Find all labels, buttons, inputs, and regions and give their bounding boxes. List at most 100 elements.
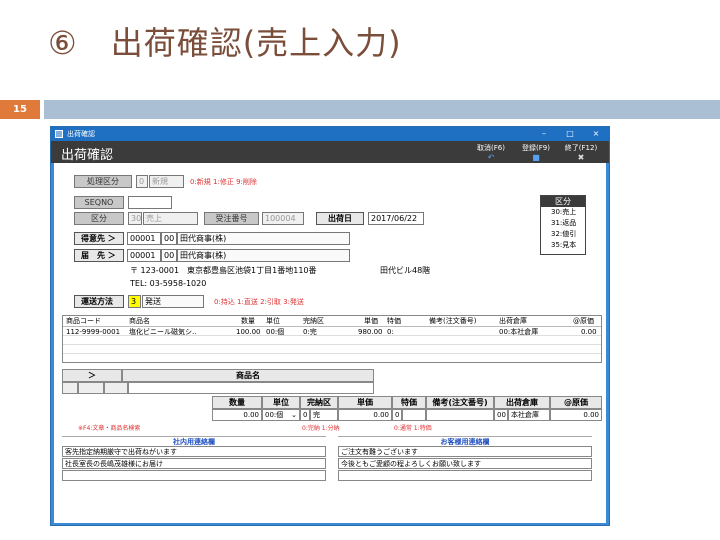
table-row[interactable] bbox=[63, 345, 601, 354]
page-bar: 15 bbox=[0, 100, 720, 119]
form-title: 出荷確認 bbox=[61, 148, 114, 163]
soko-code[interactable]: 00 bbox=[494, 409, 508, 421]
tel-text: TEL: 03-5958-1020 bbox=[130, 279, 207, 288]
col-header: 備考(注文番号) bbox=[429, 317, 477, 325]
customer-note-line[interactable]: 今後ともご愛顧の程よろしくお願い致します bbox=[338, 458, 592, 469]
col-header: 特価 bbox=[387, 317, 401, 325]
entry-header: @原価 bbox=[550, 396, 602, 409]
entry-cell[interactable] bbox=[62, 382, 78, 394]
entry-header: 特価 bbox=[392, 396, 426, 409]
qty-input[interactable]: 0.00 bbox=[212, 409, 262, 421]
kanno-code[interactable]: 0 bbox=[300, 409, 310, 421]
search-note: ※F4:文章・商品名検索 bbox=[78, 425, 141, 432]
shori-kubun-label: 処理区分 bbox=[74, 175, 132, 188]
col-header: 完納区 bbox=[303, 317, 324, 325]
entry-header: 完納区 bbox=[300, 396, 338, 409]
building-text: 田代ビル48階 bbox=[380, 266, 431, 275]
kubun-legend: 区分 30:売上 31:返品 32:値引 35:見本 bbox=[540, 195, 586, 255]
maximize-button[interactable]: □ bbox=[557, 127, 583, 141]
unso-label: 運送方法 bbox=[74, 295, 124, 308]
shori-kubun-value: 新規 bbox=[149, 175, 184, 188]
internal-note-line[interactable] bbox=[62, 470, 326, 481]
col-header: 単位 bbox=[266, 317, 280, 325]
unit-value: 00:個 bbox=[265, 411, 284, 419]
unso-value: 発送 bbox=[142, 295, 204, 308]
page-number: 15 bbox=[0, 100, 40, 119]
todokesaki-sub[interactable]: 00 bbox=[161, 249, 177, 262]
table-row[interactable]: 112-9999-0001 塩化ビニール磁気シ.. 100.00 00:個 0:… bbox=[63, 327, 601, 336]
unit-select[interactable]: 00:個 ⌄ bbox=[262, 409, 300, 421]
entry-cell[interactable] bbox=[104, 382, 128, 394]
unso-code[interactable]: 3 bbox=[128, 295, 141, 308]
kanno-note: 0:完納 1:分納 bbox=[302, 425, 340, 432]
seqno-input[interactable] bbox=[128, 196, 172, 209]
col-header: 単価 bbox=[364, 317, 378, 325]
tokka-code[interactable]: 0 bbox=[392, 409, 402, 421]
col-header: 数量 bbox=[241, 317, 255, 325]
slide-title: ⑥ 出荷確認(売上入力) bbox=[48, 24, 402, 62]
juchu-label: 受注番号 bbox=[204, 212, 259, 225]
kubun-label: 区分 bbox=[74, 212, 124, 225]
internal-note-line[interactable]: 客先指定納期厳守で出荷ねがいます bbox=[62, 446, 326, 457]
price-input[interactable]: 0.00 bbox=[338, 409, 392, 421]
kubun-value: 売上 bbox=[143, 212, 198, 225]
form-header: 出荷確認 取消(F6) ↶ 登録(F9) ■ 終了(F12) ✖ bbox=[51, 141, 609, 163]
save-icon: ■ bbox=[532, 153, 540, 162]
kanno-value: 完 bbox=[310, 409, 338, 421]
col-header: 出荷倉庫 bbox=[499, 317, 527, 325]
entry-header: 単価 bbox=[338, 396, 392, 409]
genka-input[interactable]: 0.00 bbox=[550, 409, 602, 421]
kubun-code[interactable]: 30 bbox=[128, 212, 142, 225]
todokesaki-button[interactable]: 届 先 ＞ bbox=[74, 249, 124, 262]
customer-note-line[interactable] bbox=[338, 470, 592, 481]
col-header: @原価 bbox=[573, 317, 594, 325]
cancel-label: 取消(F6) bbox=[477, 144, 505, 152]
todokesaki-code[interactable]: 00001 bbox=[127, 249, 161, 262]
entry-header: 単位 bbox=[262, 396, 300, 409]
col-header: 商品コード bbox=[66, 317, 101, 325]
shori-kubun-code[interactable]: 0 bbox=[136, 175, 148, 188]
table-row[interactable] bbox=[63, 336, 601, 345]
address-text: 〒 123-0001 東京都豊島区池袋1丁目1番地110番 bbox=[130, 266, 317, 275]
app-icon bbox=[55, 130, 63, 138]
shukkabi-input[interactable]: 2017/06/22 bbox=[368, 212, 424, 225]
app-window: 出荷確認 – □ × 出荷確認 取消(F6) ↶ 登録(F9) ■ 終了(F12… bbox=[50, 126, 610, 526]
form-body: 処理区分 0 新規 0:新規 1:修正 9:削除 区分 30:売上 31:返品 … bbox=[54, 163, 606, 523]
tokuisaki-button[interactable]: 得意先 ＞ bbox=[74, 232, 124, 245]
cancel-button[interactable]: 取消(F6) ↶ bbox=[471, 143, 511, 162]
detail-table: 商品コード 商品名 数量 単位 完納区 単価 特価 備考(注文番号) 出荷倉庫 … bbox=[62, 315, 602, 363]
minimize-button[interactable]: – bbox=[531, 127, 557, 141]
shori-kubun-note: 0:新規 1:修正 9:削除 bbox=[190, 178, 257, 186]
exit-button[interactable]: 終了(F12) ✖ bbox=[561, 143, 601, 162]
close-window-button[interactable]: × bbox=[583, 127, 609, 141]
entry-arrow-button[interactable]: ＞ bbox=[62, 369, 122, 382]
kubun-legend-title: 区分 bbox=[541, 196, 585, 207]
kubun-legend-item: 31:返品 bbox=[551, 219, 577, 227]
table-row[interactable] bbox=[63, 354, 601, 363]
customer-notes-title: お客様用連絡欄 bbox=[338, 436, 592, 446]
unso-note: 0:持込 1:直送 2:引取 3:発送 bbox=[214, 298, 304, 306]
register-button[interactable]: 登録(F9) ■ bbox=[516, 143, 556, 162]
kubun-legend-item: 35:見本 bbox=[551, 241, 577, 249]
window-title: 出荷確認 bbox=[67, 130, 95, 138]
biko-input[interactable] bbox=[426, 409, 494, 421]
chevron-down-icon: ⌄ bbox=[291, 411, 297, 419]
tokuisaki-code[interactable]: 00001 bbox=[127, 232, 161, 245]
tokuisaki-sub[interactable]: 00 bbox=[161, 232, 177, 245]
entry-cell[interactable] bbox=[78, 382, 104, 394]
seqno-label: SEQNO bbox=[74, 196, 124, 209]
kubun-legend-item: 32:値引 bbox=[551, 230, 577, 238]
todokesaki-name: 田代商事(株) bbox=[177, 249, 350, 262]
close-icon: ✖ bbox=[577, 153, 585, 162]
customer-note-line[interactable]: ご注文有難うございます bbox=[338, 446, 592, 457]
product-name-input[interactable] bbox=[128, 382, 374, 394]
internal-note-line[interactable]: 社長室長の長嶋茂雄様にお届け bbox=[62, 458, 326, 469]
detail-table-header: 商品コード 商品名 数量 単位 完納区 単価 特価 備考(注文番号) 出荷倉庫 … bbox=[63, 316, 601, 327]
register-label: 登録(F9) bbox=[522, 144, 550, 152]
tokuisaki-name: 田代商事(株) bbox=[177, 232, 350, 245]
page-bar-stripe bbox=[44, 100, 720, 119]
entry-header: 備考(注文番号) bbox=[426, 396, 494, 409]
kubun-legend-item: 30:売上 bbox=[551, 208, 577, 216]
juchu-input[interactable]: 100004 bbox=[262, 212, 304, 225]
undo-icon: ↶ bbox=[487, 153, 495, 162]
